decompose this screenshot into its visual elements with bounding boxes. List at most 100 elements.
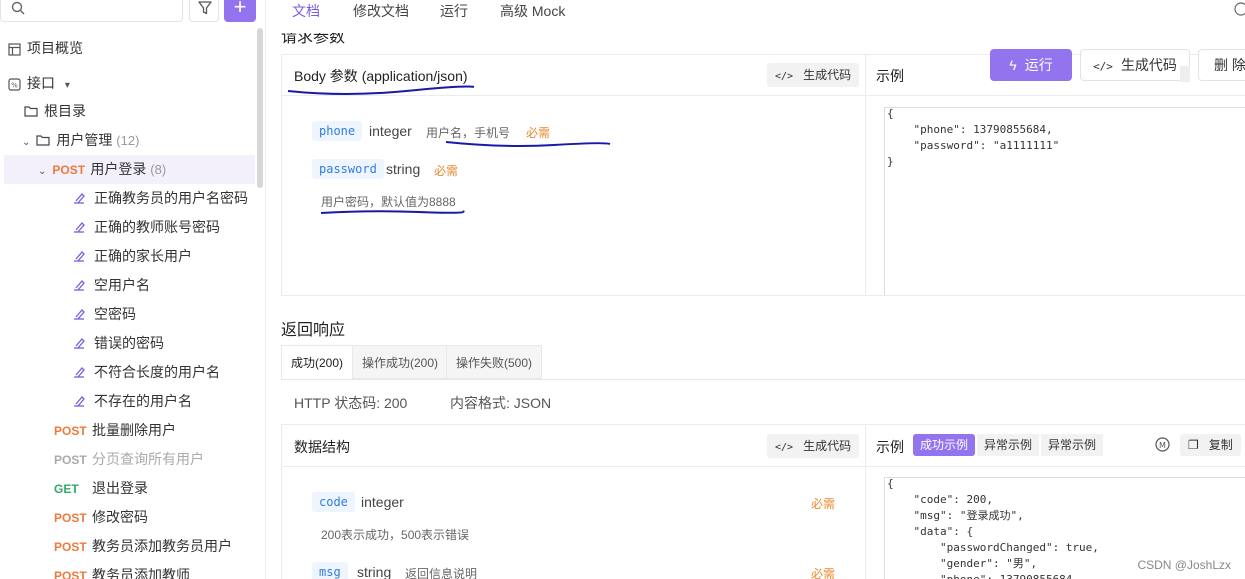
sidebar-test-case[interactable]: 空密码 <box>0 300 255 329</box>
code-line: "data": { <box>887 525 974 538</box>
search-input[interactable] <box>0 0 183 22</box>
tab-success-example[interactable]: 成功示例 <box>913 434 976 456</box>
method-badge: POST <box>54 569 87 579</box>
response-title: 返回响应 <box>281 322 346 339</box>
add-button[interactable]: + <box>224 0 256 22</box>
tab-error-example-2[interactable]: 异常示例 <box>1041 434 1104 456</box>
plus-icon: + <box>233 0 247 19</box>
sidebar-test-case[interactable]: 正确的家长用户 <box>0 242 255 271</box>
annotation-underline <box>320 210 465 214</box>
endpoint-label: 退出登录 <box>92 480 148 496</box>
response-example-code[interactable]: { "code": 200, "msg": "登录成功", "data": { … <box>887 476 1099 579</box>
sidebar-test-case[interactable]: 正确教务员的用户名密码 <box>0 184 255 213</box>
required-badge: 必需 <box>811 567 836 579</box>
tab-run[interactable]: 运行 <box>440 1 468 21</box>
sidebar-test-case[interactable]: 空用户名 <box>0 271 255 300</box>
param-type: integer <box>369 123 412 139</box>
tab-success-200[interactable]: 成功(200) <box>281 345 354 379</box>
folder-icon <box>24 106 38 117</box>
lightning-icon: ϟ <box>1009 57 1017 73</box>
field-name: code <box>312 492 355 512</box>
folder-icon <box>36 135 50 146</box>
test-case-icon <box>74 338 85 349</box>
generate-code-button[interactable]: </> 生成代码 <box>1080 49 1190 81</box>
endpoint-label: 分页查询所有用户 <box>92 451 204 467</box>
code-line: "phone": 13790855684, <box>887 123 1053 136</box>
tab-op-success-200[interactable]: 操作成功(200) <box>352 345 449 379</box>
sidebar: + 项目概览 % 接口 ▾ 根目录 ⌄ 用户管理 (12) ⌄ POST 用户登录 (8… <box>0 0 266 579</box>
tree-label: 用户登录 <box>90 161 147 177</box>
sidebar-endpoint[interactable]: POST 批量删除用户 <box>0 416 255 445</box>
request-example-code[interactable]: { "phone": 13790855684, "password": "a11… <box>887 106 1059 170</box>
tab-advanced-mock[interactable]: 高级 Mock <box>500 1 565 21</box>
tree-label: 用户管理 <box>56 132 113 148</box>
tree-folder-user-management[interactable]: ⌄ 用户管理 (12) <box>0 126 255 155</box>
nav-api[interactable]: % 接口 ▾ <box>8 69 70 97</box>
endpoint-label: 批量删除用户 <box>92 422 176 438</box>
field-name: msg <box>312 562 348 579</box>
nav-label: 项目概览 <box>27 40 83 56</box>
copy-button[interactable]: ❐ 复制 <box>1180 434 1241 456</box>
nav-label: 接口 <box>27 75 55 91</box>
sidebar-endpoint[interactable]: POST 分页查询所有用户 <box>0 445 255 474</box>
annotation-underline <box>445 141 611 147</box>
tab-error-example[interactable]: 异常示例 <box>977 434 1040 456</box>
sidebar-test-case[interactable]: 不存在的用户名 <box>0 387 255 416</box>
test-case-icon <box>74 396 85 407</box>
param-type: string <box>386 161 421 177</box>
sidebar-endpoint[interactable]: GET 退出登录 <box>0 474 255 503</box>
tree-root-folder[interactable]: 根目录 <box>0 97 255 126</box>
code-line: "msg": "登录成功", <box>887 509 1024 522</box>
sidebar-test-case[interactable]: 不符合长度的用户名 <box>0 358 255 387</box>
copy-icon[interactable] <box>1180 66 1190 82</box>
test-case-label: 不存在的用户名 <box>94 393 192 409</box>
doc-tabs: 文档 修改文档 运行 高级 Mock <box>266 0 1245 22</box>
param-name: password <box>312 159 384 179</box>
code-line: "password": "a1111111" <box>887 139 1060 152</box>
endpoint-label: 教务员添加教务员用户 <box>92 538 232 554</box>
app-window: + 项目概览 % 接口 ▾ 根目录 ⌄ 用户管理 (12) ⌄ POST 用户登录 (8… <box>0 0 1245 579</box>
code-line: "code": 200, <box>887 493 993 506</box>
sidebar-scrollbar[interactable] <box>257 28 263 188</box>
test-case-label: 空用户名 <box>94 277 150 293</box>
filter-button[interactable] <box>189 0 219 22</box>
run-button[interactable]: ϟ 运行 <box>990 49 1072 81</box>
test-case-label: 正确的家长用户 <box>94 248 192 264</box>
tab-edit-docs[interactable]: 修改文档 <box>353 1 409 21</box>
help-icon[interactable] <box>1234 2 1245 16</box>
request-example-panel <box>865 54 1245 296</box>
sidebar-endpoint[interactable]: POST 教务员添加教务员用户 <box>0 532 255 561</box>
delete-button[interactable]: 删 除 <box>1198 49 1245 81</box>
sidebar-endpoint[interactable]: POST 教务员添加教师 <box>0 561 255 579</box>
test-case-label: 空密码 <box>94 306 136 322</box>
test-case-icon <box>74 309 85 320</box>
example-label: 示例 <box>876 439 904 455</box>
sidebar-test-case[interactable]: 正确的教师账号密码 <box>0 213 255 242</box>
api-icon: % <box>8 78 21 91</box>
svg-text:M: M <box>1159 441 1166 450</box>
copy-icon: ❐ <box>1188 438 1199 452</box>
nav-project-overview[interactable]: 项目概览 <box>8 34 83 62</box>
annotation-underline <box>287 85 475 95</box>
tree-label: 根目录 <box>44 103 86 119</box>
method-badge: POST <box>54 424 87 438</box>
sidebar-endpoint[interactable]: POST 修改密码 <box>0 503 255 532</box>
code-line: "gender": "男", <box>887 557 1038 570</box>
request-params-title: 请求参数 <box>281 29 346 46</box>
overview-icon <box>8 43 21 56</box>
test-case-icon <box>74 367 85 378</box>
test-case-label: 错误的密码 <box>94 335 164 351</box>
tab-docs[interactable]: 文档 <box>292 1 320 21</box>
sidebar-test-case[interactable]: 错误的密码 <box>0 329 255 358</box>
gen-code-button[interactable]: </> 生成代码 <box>767 63 860 87</box>
code-line: { <box>887 107 894 120</box>
chevron-down-icon: ⌄ <box>38 166 47 177</box>
http-status: HTTP 状态码: 200 <box>294 395 408 411</box>
mock-icon[interactable]: M <box>1155 437 1170 452</box>
tab-op-fail-500[interactable]: 操作失败(500) <box>446 345 543 379</box>
watermark: CSDN @JoshLzx <box>1137 558 1231 572</box>
tree-endpoint-user-login[interactable]: ⌄ POST 用户登录 (8) <box>4 155 255 184</box>
body-params-title: Body 参数 (application/json) <box>294 68 468 84</box>
gen-code-button[interactable]: </> 生成代码 <box>767 434 860 458</box>
field-type: string <box>357 564 392 579</box>
